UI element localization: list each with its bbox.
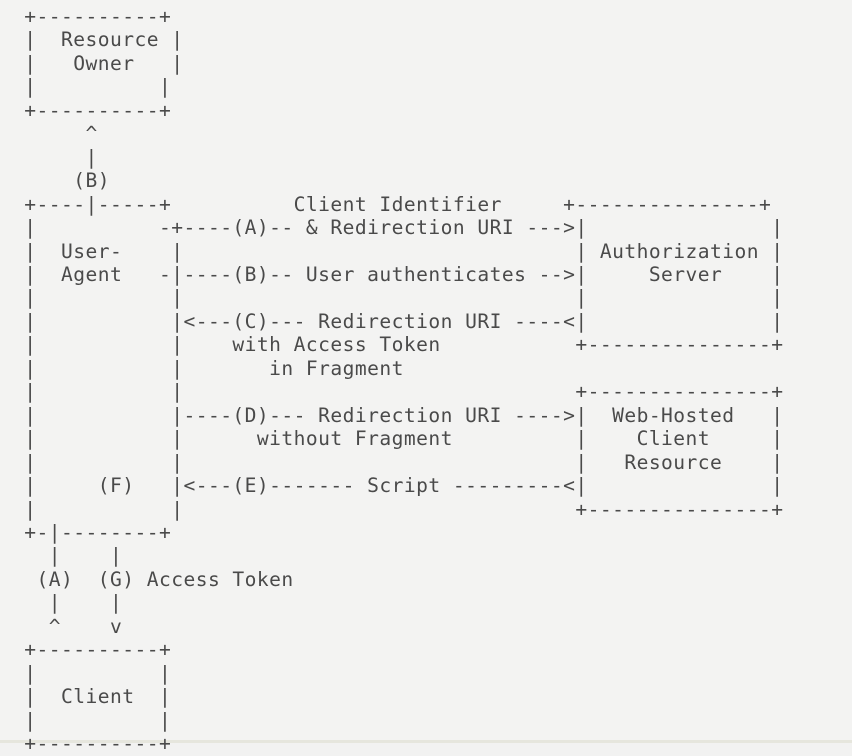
ascii-diagram-canvas: +----------+ | Resource | | Owner | | | … bbox=[0, 0, 852, 755]
oauth-implicit-grant-ascii-diagram: +----------+ | Resource | | Owner | | | … bbox=[24, 5, 784, 756]
